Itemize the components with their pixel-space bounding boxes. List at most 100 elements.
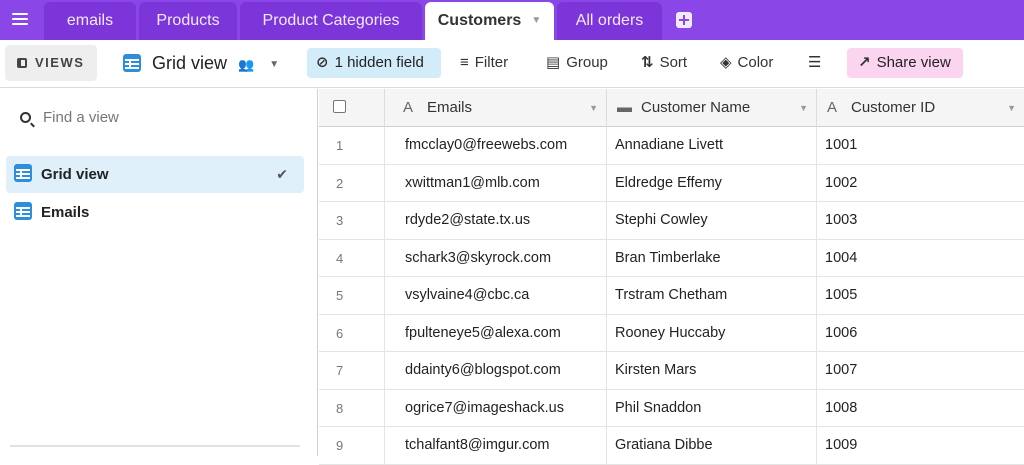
email-cell[interactable]: vsylvaine4@cbc.ca bbox=[385, 277, 607, 314]
chevron-down-icon[interactable]: ▼ bbox=[1007, 89, 1016, 127]
column-label: Customer Name bbox=[641, 99, 751, 116]
table-row[interactable]: 5 vsylvaine4@cbc.ca Trstram Chetham 1005 bbox=[319, 277, 1024, 315]
sidebar-divider bbox=[10, 445, 300, 447]
column-header-customer-id[interactable]: A Customer ID ▼ bbox=[817, 89, 1024, 127]
current-view-name: Grid view bbox=[152, 53, 228, 73]
email-cell[interactable]: ogrice7@imageshack.us bbox=[385, 389, 607, 426]
records-grid: A Emails ▼ ▬ Customer Name ▼ A Customer ID … bbox=[319, 89, 1024, 465]
checkmark-icon: ✔ bbox=[276, 166, 288, 182]
customer-id-cell[interactable]: 1001 bbox=[817, 127, 1024, 164]
table-row[interactable]: 9 tchalfant8@imgur.com Gratiana Dibbe 1009 bbox=[319, 427, 1024, 465]
column-header-customer-name[interactable]: ▬ Customer Name ▼ bbox=[607, 89, 817, 127]
text-type-icon: A bbox=[827, 99, 838, 116]
row-height-icon: ☰ bbox=[808, 54, 822, 71]
filter-label: Filter bbox=[474, 54, 509, 71]
email-cell[interactable]: xwittman1@mlb.com bbox=[385, 164, 607, 201]
sort-label: Sort bbox=[659, 54, 688, 71]
email-cell[interactable]: rdyde2@state.tx.us bbox=[385, 202, 607, 239]
group-label: Group bbox=[566, 54, 608, 71]
tab-label: Product Categories bbox=[262, 12, 400, 29]
email-cell[interactable]: fpulteneye5@alexa.com bbox=[385, 314, 607, 351]
tab-customers[interactable]: Customers ▼ bbox=[425, 2, 554, 40]
customer-id-cell[interactable]: 1003 bbox=[817, 202, 1024, 239]
customer-name-cell[interactable]: Gratiana Dibbe bbox=[607, 427, 817, 464]
eye-off-icon: ⊘ bbox=[316, 54, 329, 71]
customer-id-cell[interactable]: 1009 bbox=[817, 427, 1024, 464]
row-number-cell: 9 bbox=[319, 427, 385, 464]
row-number-cell: 4 bbox=[319, 239, 385, 276]
sort-icon: ⇅ bbox=[641, 54, 654, 71]
hamburger-menu-icon[interactable] bbox=[10, 10, 30, 30]
sidebar-item-label: Emails bbox=[41, 204, 90, 221]
table-row[interactable]: 6 fpulteneye5@alexa.com Rooney Huccaby 1006 bbox=[319, 314, 1024, 352]
select-all-checkbox[interactable] bbox=[333, 100, 346, 113]
table-tab-bar: emails Products Product Categories Custo… bbox=[0, 0, 1024, 40]
share-label: Share view bbox=[876, 54, 951, 71]
customer-name-cell[interactable]: Phil Snaddon bbox=[607, 389, 817, 426]
customer-id-cell[interactable]: 1007 bbox=[817, 352, 1024, 389]
grid-view-icon bbox=[14, 164, 32, 182]
table-row[interactable]: 7 ddainty6@blogspot.com Kirsten Mars 1007 bbox=[319, 352, 1024, 390]
grid-header: A Emails ▼ ▬ Customer Name ▼ A Customer ID … bbox=[319, 89, 1024, 127]
row-number-cell: 5 bbox=[319, 277, 385, 314]
filter-button[interactable]: ≡ Filter bbox=[460, 48, 508, 78]
column-label: Emails bbox=[427, 99, 473, 116]
tab-all-orders[interactable]: All orders bbox=[557, 2, 662, 40]
customer-name-cell[interactable]: Kirsten Mars bbox=[607, 352, 817, 389]
customer-name-cell[interactable]: Bran Timberlake bbox=[607, 239, 817, 276]
views-toggle-button[interactable]: VIEWS bbox=[5, 45, 97, 81]
tab-emails[interactable]: emails bbox=[44, 2, 136, 40]
customer-name-cell[interactable]: Stephi Cowley bbox=[607, 202, 817, 239]
tab-label: Products bbox=[156, 12, 220, 29]
customer-name-cell[interactable]: Rooney Huccaby bbox=[607, 314, 817, 351]
filter-icon: ≡ bbox=[460, 54, 469, 71]
column-label: Customer ID bbox=[851, 99, 936, 116]
chevron-down-icon[interactable]: ▼ bbox=[799, 89, 808, 127]
grid-view-icon bbox=[14, 202, 32, 220]
email-cell[interactable]: fmcclay0@freewebs.com bbox=[385, 127, 607, 164]
share-view-button[interactable]: ↗ Share view bbox=[847, 48, 963, 78]
row-number-cell: 7 bbox=[319, 352, 385, 389]
sidebar-item-grid-view[interactable]: Grid view ✔ bbox=[6, 156, 304, 193]
customer-id-cell[interactable]: 1005 bbox=[817, 277, 1024, 314]
chevron-down-icon[interactable]: ▼ bbox=[589, 89, 598, 127]
row-number-cell: 2 bbox=[319, 164, 385, 201]
sidebar-item-emails[interactable]: Emails bbox=[6, 194, 304, 231]
table-row[interactable]: 3 rdyde2@state.tx.us Stephi Cowley 1003 bbox=[319, 202, 1024, 240]
color-button[interactable]: ◈ Color bbox=[720, 48, 773, 78]
share-icon: ↗ bbox=[858, 54, 871, 71]
customer-id-cell[interactable]: 1006 bbox=[817, 315, 1024, 352]
customer-id-cell[interactable]: 1008 bbox=[817, 390, 1024, 427]
sidebar-item-label: Grid view bbox=[41, 166, 109, 183]
grid-view-icon bbox=[123, 54, 141, 72]
column-header-emails[interactable]: A Emails ▼ bbox=[385, 89, 607, 127]
tab-product-categories[interactable]: Product Categories bbox=[240, 2, 422, 40]
header-select-cell bbox=[319, 89, 385, 127]
customer-name-cell[interactable]: Eldredge Effemy bbox=[607, 164, 817, 201]
sort-button[interactable]: ⇅ Sort bbox=[641, 48, 687, 78]
row-number-cell: 3 bbox=[319, 202, 385, 239]
tab-label: Customers bbox=[437, 12, 522, 29]
email-cell[interactable]: tchalfant8@imgur.com bbox=[385, 427, 607, 464]
customer-id-cell[interactable]: 1004 bbox=[817, 240, 1024, 277]
email-cell[interactable]: ddainty6@blogspot.com bbox=[385, 352, 607, 389]
table-row[interactable]: 8 ogrice7@imageshack.us Phil Snaddon 1008 bbox=[319, 389, 1024, 427]
row-height-button[interactable]: ☰ bbox=[808, 48, 830, 78]
customer-id-cell[interactable]: 1002 bbox=[817, 165, 1024, 202]
table-row[interactable]: 4 schark3@skyrock.com Bran Timberlake 1004 bbox=[319, 239, 1024, 277]
view-switcher-button[interactable]: Grid view 👥 ▼ bbox=[123, 48, 279, 78]
hide-fields-button[interactable]: ⊘ 1 hidden field bbox=[307, 48, 441, 78]
customer-name-cell[interactable]: Annadiane Livett bbox=[607, 127, 817, 164]
chevron-down-icon[interactable]: ▼ bbox=[531, 2, 541, 40]
tab-products[interactable]: Products bbox=[139, 2, 237, 40]
email-cell[interactable]: schark3@skyrock.com bbox=[385, 239, 607, 276]
chevron-down-icon: ▼ bbox=[269, 59, 280, 70]
table-row[interactable]: 1 fmcclay0@freewebs.com Annadiane Livett 10… bbox=[319, 127, 1024, 165]
add-table-icon[interactable] bbox=[676, 12, 692, 28]
customer-name-cell[interactable]: Trstram Chetham bbox=[607, 277, 817, 314]
row-number-cell: 1 bbox=[319, 127, 385, 164]
find-view-search[interactable]: Find a view bbox=[20, 109, 119, 131]
table-row[interactable]: 2 xwittman1@mlb.com Eldredge Effemy 1002 bbox=[319, 164, 1024, 202]
text-type-icon: A bbox=[403, 99, 414, 116]
group-button[interactable]: ▤ Group bbox=[546, 48, 608, 78]
